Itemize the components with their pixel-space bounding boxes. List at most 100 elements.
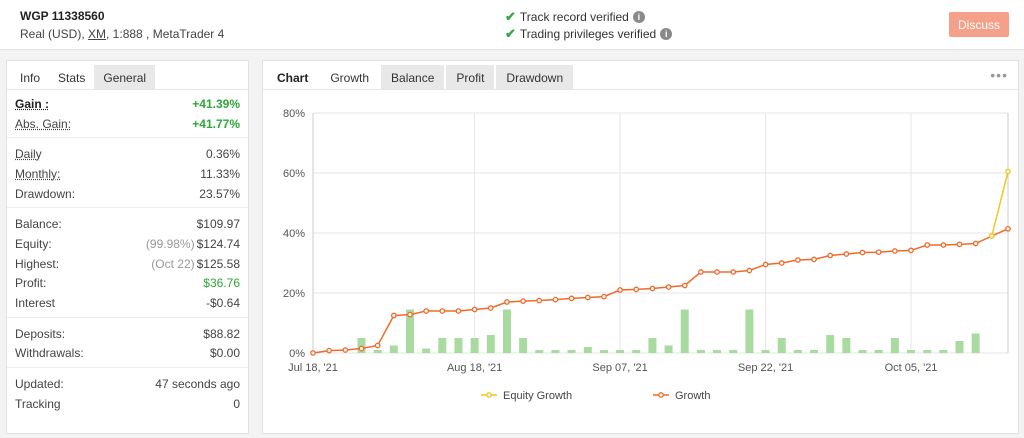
daily-label[interactable]: Daily (15, 147, 42, 161)
balance-value: $109.97 (196, 217, 240, 232)
divider (7, 316, 248, 318)
bar (745, 309, 754, 353)
data-point (520, 298, 526, 304)
data-point (584, 294, 591, 301)
legend-label: Growth (675, 390, 710, 402)
bar (826, 335, 835, 353)
legend-swatch-dot (486, 392, 492, 398)
tab-info[interactable]: Info (11, 65, 50, 89)
data-point (714, 269, 720, 275)
series-line-growth (312, 228, 1009, 354)
broker-link[interactable]: XM (88, 27, 106, 41)
equity-percent: (99.98%) (145, 236, 195, 251)
tab-general[interactable]: General (94, 65, 156, 89)
withdrawals-label: Withdrawals: (15, 346, 84, 361)
profit-label: Profit: (15, 276, 47, 291)
stat-abs-gain: Abs. Gain: +41.77% (7, 114, 248, 134)
y-tick-label: 60% (283, 168, 305, 180)
data-point (875, 249, 882, 256)
interest-value: -$0.64 (205, 296, 240, 311)
data-point (795, 257, 801, 263)
data-point (358, 345, 365, 352)
profit-value: $36.76 (203, 276, 240, 291)
stat-drawdown: Drawdown: 23.57% (7, 184, 248, 204)
interest-label: Interest (15, 296, 56, 311)
data-point (940, 242, 947, 248)
data-point (617, 287, 623, 293)
data-point (439, 308, 446, 314)
stats-list: Gain : +41.39% Abs. Gain: +41.77% Daily 0.3… (7, 90, 248, 414)
bar (599, 350, 608, 353)
bar (567, 350, 576, 353)
data-point (342, 347, 349, 353)
track-record-text: Track record verified (519, 10, 629, 24)
stats-panel: Info Stats General Gain : +41.39% Abs. Ga… (6, 60, 249, 434)
x-tick-label: Oct 05, '21 (885, 362, 938, 374)
monthly-value: 11.33% (200, 166, 240, 181)
account-header: WGP 11338560 Real (USD), XM, 1:888 , Met… (0, 0, 1024, 50)
bar (874, 350, 883, 353)
bar (842, 338, 851, 353)
data-point (698, 269, 704, 275)
tab-chart[interactable]: Chart (267, 65, 319, 89)
data-point (487, 305, 494, 311)
data-point (471, 306, 478, 313)
more-options-icon[interactable]: ••• (990, 67, 1008, 83)
gain-value: +41.39% (192, 96, 240, 111)
bar (551, 350, 560, 353)
data-point (536, 297, 543, 304)
bar (470, 338, 479, 353)
data-point (746, 267, 753, 274)
bar (858, 350, 867, 353)
data-point (1005, 225, 1011, 232)
legend-label: Equity Growth (503, 390, 572, 402)
legend-swatch-dot (658, 392, 664, 398)
equity-value-group: (99.98%) $124.74 (146, 237, 240, 251)
data-point (956, 241, 963, 248)
data-point (633, 286, 640, 293)
tab-balance[interactable]: Balance (381, 65, 445, 89)
info-icon[interactable]: i (632, 11, 645, 23)
abs-gain-label[interactable]: Abs. Gain: (15, 117, 71, 131)
bar (696, 350, 705, 353)
discuss-button[interactable]: Discuss (949, 12, 1009, 37)
data-point (778, 260, 785, 266)
gain-label[interactable]: Gain : (15, 97, 49, 111)
data-point (390, 312, 397, 319)
x-tick-label: Sep 07, '21 (592, 362, 647, 374)
tab-drawdown[interactable]: Drawdown (496, 65, 574, 89)
stat-updated: Updated: 47 seconds ago (7, 374, 248, 394)
tab-profit[interactable]: Profit (446, 65, 495, 89)
tab-stats[interactable]: Stats (49, 65, 95, 89)
data-point (568, 295, 575, 302)
bar (648, 338, 657, 353)
data-point (310, 350, 316, 356)
bar (438, 338, 447, 353)
data-point (423, 308, 429, 314)
bar (535, 350, 544, 353)
divider (7, 137, 248, 139)
highest-label: Highest: (15, 256, 60, 271)
highest-value: $125.58 (196, 256, 240, 271)
tab-growth[interactable]: Growth (320, 65, 380, 89)
y-tick-label: 20% (283, 288, 305, 300)
chart-tabs: Chart Growth Balance Profit Drawdown (263, 61, 1018, 90)
monthly-label[interactable]: Monthly: (15, 167, 60, 181)
y-tick-label: 80% (283, 108, 305, 120)
x-tick-label: Aug 18, '21 (447, 362, 502, 374)
data-point (811, 256, 817, 263)
data-point (407, 311, 413, 318)
deposits-label: Deposits: (15, 326, 66, 341)
series-line-equity-growth (991, 171, 1009, 237)
updated-label: Updated: (15, 377, 64, 392)
bar (907, 350, 916, 353)
bar (373, 350, 382, 353)
data-point (730, 269, 737, 275)
stat-tracking: Tracking 0 (7, 394, 248, 414)
divider (7, 367, 248, 369)
data-point (827, 252, 834, 259)
data-point (762, 261, 769, 268)
info-icon[interactable]: i (660, 28, 673, 40)
drawdown-value: 23.57% (199, 186, 240, 201)
data-point (665, 284, 672, 290)
